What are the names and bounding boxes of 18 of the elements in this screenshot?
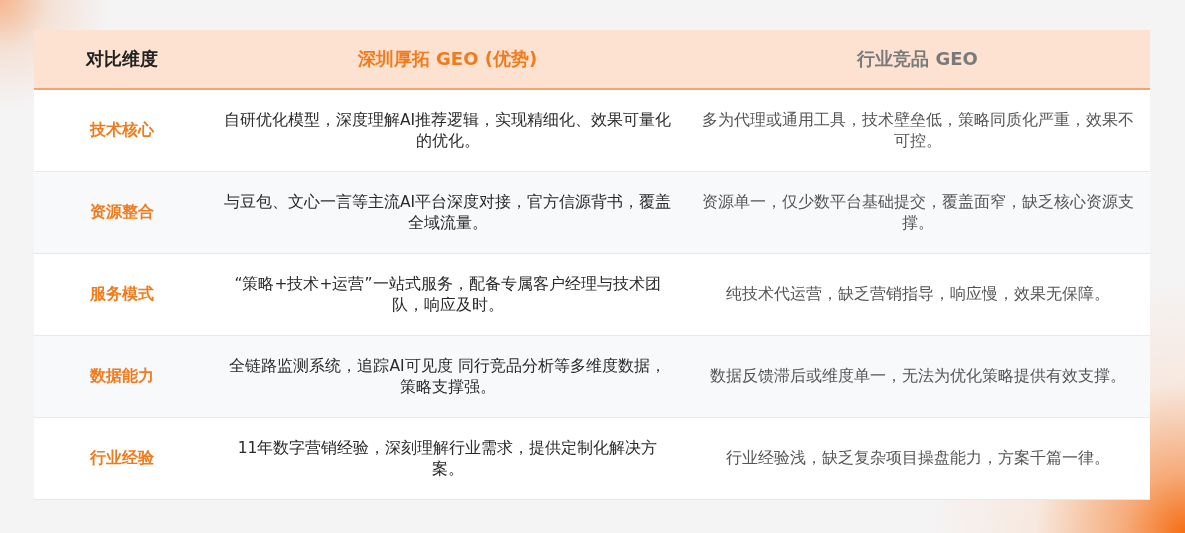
dimension-label: 服务模式 [90,284,154,305]
competitor-text: 纯技术代运营，缺乏营销指导，响应慢，效果无保障。 [725,284,1110,305]
dimension-label: 行业经验 [90,448,154,469]
advantage-text: 自研优化模型，深度理解AI推荐逻辑，实现精细化、效果可量化的优化。 [222,109,673,152]
competitor-text: 资源单一，仅少数平台基础提交，覆盖面窄，缺乏核心资源支撑。 [700,191,1135,234]
dimension-label: 数据能力 [90,366,154,387]
advantage-text: 全链路监测系统，追踪AI可见度 同行竞品分析等多维度数据，策略支撑强。 [228,355,667,398]
advantage-text: “策略+技术+运营”一站式服务，配备专属客户经理与技术团队，响应及时。 [233,273,662,316]
advantage-text: 11年数字营销经验，深刻理解行业需求，提供定制化解决方案。 [236,437,659,480]
column-header: 对比维度 [34,30,210,90]
column-header: 行业竞品 GEO [685,30,1150,90]
column-header: 深圳厚拓 GEO (优势) [210,30,685,90]
competitor-text: 多为代理或通用工具，技术壁垒低，策略同质化严重，效果不可控。 [700,109,1135,152]
dimension-label: 资源整合 [90,202,154,223]
competitor-text: 行业经验浅，缺乏复杂项目操盘能力，方案千篇一律。 [725,448,1110,469]
competitor-text: 数据反馈滞后或维度单一，无法为优化策略提供有效支撑。 [709,366,1126,387]
advantage-text: 与豆包、文心一言等主流AI平台深度对接，官方信源背书，覆盖全域流量。 [222,191,673,234]
dimension-label: 技术核心 [90,120,154,141]
